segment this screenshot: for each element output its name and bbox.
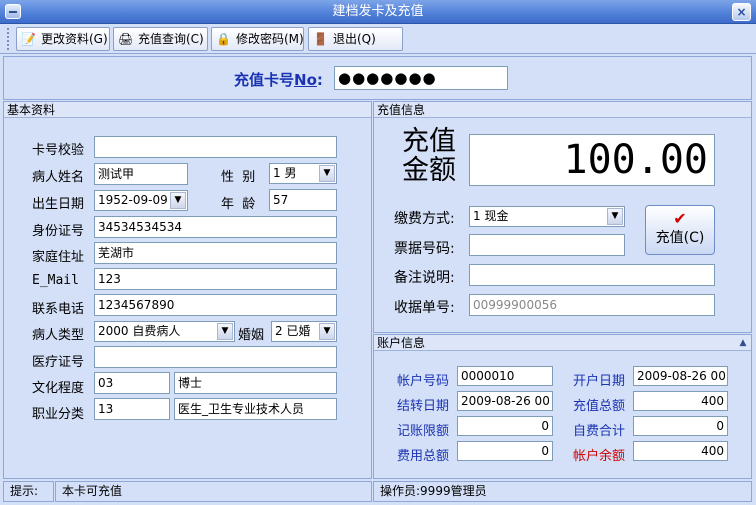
payment-method-label: 缴费方式: (394, 211, 455, 227)
occupation-label: 职业分类 (32, 407, 85, 422)
edit-document-icon: 📝 (21, 32, 36, 46)
gender-label: 性 别 (221, 170, 256, 185)
status-hint-label: 提示: (3, 481, 54, 502)
card-verify-label: 卡号校验 (32, 143, 85, 158)
expense-total-field: 0 (457, 441, 553, 461)
receipt-no-input[interactable] (469, 234, 625, 256)
settle-date-field: 2009-08-26 00 (457, 391, 553, 411)
change-password-button[interactable]: 🔒 修改密码(M) (211, 27, 304, 51)
birth-date-picker[interactable]: 1952-09-09 ▼ (94, 190, 188, 211)
edit-info-button[interactable]: 📝 更改资料(G) (16, 27, 110, 51)
phone-input[interactable]: 1234567890 (94, 294, 337, 316)
recharge-total-label: 充值总额 (573, 399, 626, 414)
toolbar-grip (7, 28, 11, 50)
education-label: 文化程度 (32, 381, 85, 396)
window-title: 建档发卡及充值 (332, 4, 424, 19)
balance-field: 400 (633, 441, 728, 461)
self-pay-total-label: 自费合计 (573, 424, 626, 439)
receipt-serial-label: 收据单号: (394, 300, 455, 316)
exit-button[interactable]: 🚪 退出(Q) (308, 27, 403, 51)
card-number-label: 充值卡号No: (234, 71, 323, 89)
account-info-header: 账户信息 (374, 335, 751, 351)
remark-label: 备注说明: (394, 270, 455, 286)
email-input[interactable]: 123 (94, 268, 337, 290)
patient-name-label: 病人姓名 (32, 170, 85, 185)
recharge-info-header: 充值信息 (374, 102, 751, 118)
address-label: 家庭住址 (32, 250, 85, 265)
phone-label: 联系电话 (32, 302, 85, 317)
status-hint-text: 本卡可充值 (55, 481, 372, 502)
patient-type-select[interactable]: 2000 自费病人 ▼ (94, 321, 235, 342)
marriage-label: 婚姻 (238, 328, 265, 343)
chevron-down-icon: ▼ (170, 192, 186, 209)
chevron-down-icon: ▼ (607, 208, 623, 225)
gender-select[interactable]: 1 男 ▼ (269, 163, 337, 184)
chevron-down-icon: ▼ (217, 323, 233, 340)
recharge-total-field: 400 (633, 391, 728, 411)
expense-total-label: 费用总额 (397, 449, 450, 464)
self-pay-total-field: 0 (633, 416, 728, 436)
patient-name-input[interactable]: 测试甲 (94, 163, 188, 185)
id-number-input[interactable]: 34534534534 (94, 216, 337, 238)
open-date-field: 2009-08-26 00 (633, 366, 728, 386)
email-label: E_Mail (32, 273, 79, 288)
exit-door-icon: 🚪 (313, 32, 328, 46)
balance-label: 帐户余额 (573, 449, 626, 464)
recharge-query-button[interactable]: 🖨 充值查询(C) (113, 27, 208, 51)
occupation-name-field: 医生_卫生专业技术人员 (174, 398, 337, 420)
credit-limit-label: 记账限额 (397, 424, 450, 439)
age-input[interactable]: 57 (269, 189, 337, 211)
id-number-label: 身份证号 (32, 224, 85, 239)
open-date-label: 开户日期 (573, 374, 626, 389)
receipt-no-label: 票据号码: (394, 241, 455, 257)
checkmark-icon: ✔ (673, 209, 687, 228)
card-verify-input[interactable] (94, 136, 337, 158)
medical-card-input[interactable] (94, 346, 337, 368)
receipt-serial-field: 00999900056 (469, 294, 715, 316)
address-input[interactable]: 芜湖市 (94, 242, 337, 264)
chevron-down-icon: ▼ (319, 165, 335, 182)
status-operator: 操作员:9999管理员 (373, 481, 752, 502)
query-icon: 🖨 (118, 32, 134, 46)
lock-icon: 🔒 (216, 32, 231, 46)
education-code-input[interactable]: 03 (94, 372, 170, 394)
medical-card-label: 医疗证号 (32, 355, 85, 370)
chevron-down-icon: ▼ (319, 323, 335, 340)
collapse-icon[interactable]: ▲ (736, 335, 750, 351)
basic-info-header: 基本资料 (4, 102, 371, 118)
amount-label: 充值 金额 (402, 126, 456, 186)
credit-limit-field: 0 (457, 416, 553, 436)
payment-method-select[interactable]: 1 现金 ▼ (469, 206, 625, 227)
close-button[interactable]: × (732, 3, 751, 21)
occupation-code-input[interactable]: 13 (94, 398, 170, 420)
education-name-field: 博士 (174, 372, 337, 394)
remark-input[interactable] (469, 264, 715, 286)
marriage-select[interactable]: 2 已婚 ▼ (271, 321, 337, 342)
charge-button[interactable]: ✔ 充值(C) (645, 205, 715, 255)
account-no-field: 0000010 (457, 366, 553, 386)
card-number-input[interactable]: ●●●●●●● (334, 66, 508, 90)
age-label: 年 龄 (221, 197, 256, 212)
account-no-label: 帐户号码 (397, 374, 450, 389)
settle-date-label: 结转日期 (397, 399, 450, 414)
patient-type-label: 病人类型 (32, 328, 85, 343)
birth-date-label: 出生日期 (32, 197, 85, 212)
amount-input[interactable]: 100.00 (469, 134, 715, 186)
